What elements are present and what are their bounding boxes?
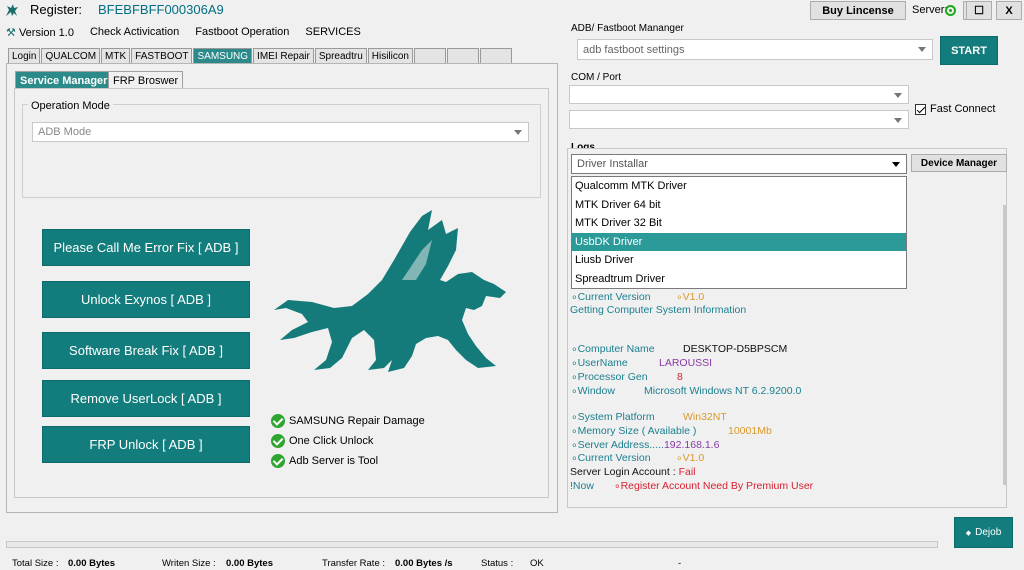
dragon-logo-icon <box>6 4 18 16</box>
unlock-exynos-button[interactable]: Unlock Exynos [ ADB ] <box>42 281 250 318</box>
log-line: ∘Window Microsoft Windows NT 6.2.9200.0 <box>571 385 802 397</box>
check-circle-icon <box>271 414 285 428</box>
log-line: ∘Processor Gen 8 <box>571 371 683 383</box>
written-size-label: Writen Size : <box>162 558 216 569</box>
log-line: ∘UserName LAROUSSI <box>571 357 713 369</box>
status-bar: Total Size : 0.00 Bytes Writen Size : 0.… <box>0 555 1024 570</box>
com-port-select[interactable] <box>569 85 909 104</box>
operation-mode-group <box>22 104 541 198</box>
chevron-down-icon <box>918 47 926 52</box>
menu-version[interactable]: ⚒ Version 1.0 <box>6 26 74 39</box>
tab-frp-browser[interactable]: FRP Broswer <box>108 71 184 89</box>
register-value: BFEBFBFF000306A9 <box>98 2 224 17</box>
port-select[interactable] <box>569 110 909 129</box>
driver-dropdown-list: Qualcomm MTK Driver MTK Driver 64 bit MT… <box>571 176 907 289</box>
tab-empty[interactable] <box>447 48 479 63</box>
menu-fastboot-operation[interactable]: Fastboot Operation <box>195 26 289 38</box>
remove-userlock-button[interactable]: Remove UserLock [ ADB ] <box>42 380 250 417</box>
adb-manager-title: ADB/ Fastboot Mananger <box>571 23 684 34</box>
tab-login[interactable]: Login <box>8 48 41 63</box>
chevron-down-icon <box>514 130 522 135</box>
driver-option-liusb[interactable]: Liusb Driver <box>572 251 906 270</box>
close-button[interactable]: X <box>996 1 1022 20</box>
log-line: Server Login Account : Fail <box>570 466 696 478</box>
start-button[interactable]: START <box>940 36 998 65</box>
driver-option-mtk-32[interactable]: MTK Driver 32 Bit <box>572 214 906 233</box>
buy-license-button[interactable]: Buy Lincense <box>810 1 906 20</box>
tab-qualcom[interactable]: QUALCOM <box>41 48 101 63</box>
tab-samsung[interactable]: SAMSUNG <box>193 48 253 63</box>
tab-spreadtru[interactable]: Spreadtru <box>314 48 367 63</box>
tab-service-manager[interactable]: Service Manager <box>15 71 113 89</box>
adb-settings-select[interactable]: adb fastboot settings <box>577 39 933 60</box>
log-line: ∘Current Version ∘V1.0 <box>571 291 705 303</box>
feature-adb-server: Adb Server is Tool <box>271 454 378 468</box>
top-tabs: Login QUALCOM MTK FASTBOOT SAMSUNG IMEI … <box>8 48 513 63</box>
tab-mtk[interactable]: MTK <box>101 48 131 63</box>
menu-services[interactable]: SERVICES <box>305 26 360 38</box>
status-value: OK <box>530 558 544 569</box>
device-manager-button[interactable]: Device Manager <box>911 154 1007 172</box>
dejob-button[interactable]: ◆ Dejob <box>954 517 1013 548</box>
server-status-icon <box>945 5 956 16</box>
check-circle-icon <box>271 454 285 468</box>
server-label: Server: <box>912 4 948 16</box>
dragon-logo-icon <box>274 210 506 372</box>
log-line: ∘System Platform Win32NT <box>571 411 727 423</box>
register-label: Register: <box>30 2 83 17</box>
log-line: ∘Current Version ∘V1.0 <box>571 452 705 464</box>
written-size-value: 0.00 Bytes <box>226 558 274 569</box>
check-circle-icon <box>271 434 285 448</box>
total-size-label: Total Size : <box>12 558 59 569</box>
log-line: ∘Memory Size ( Available ) 10001Mb <box>571 425 772 437</box>
wrench-icon: ⚒ <box>6 26 16 39</box>
maximize-button[interactable]: ☐ <box>966 1 992 20</box>
feature-samsung-repair: SAMSUNG Repair Damage <box>271 414 425 428</box>
frp-unlock-button[interactable]: FRP Unlock [ ADB ] <box>42 426 250 463</box>
menu-bar: ⚒ Version 1.0 Check Activication Fastboo… <box>6 22 361 42</box>
status-dash: - <box>678 558 682 569</box>
driver-option-usbdk[interactable]: UsbDK Driver <box>572 232 906 251</box>
menu-check-activation[interactable]: Check Activication <box>90 26 179 38</box>
log-line: !Now ∘Register Account Need By Premium U… <box>570 480 814 492</box>
tab-empty[interactable] <box>414 48 446 63</box>
transfer-rate-value: 0.00 Bytes /s <box>395 558 453 569</box>
tab-fastboot[interactable]: FASTBOOT <box>131 48 193 63</box>
logs-scrollbar[interactable] <box>1003 205 1006 485</box>
log-line: Getting Computer System Information <box>570 304 747 316</box>
software-break-fix-button[interactable]: Software Break Fix [ ADB ] <box>42 332 250 369</box>
error-fix-button[interactable]: Please Call Me Error Fix [ ADB ] <box>42 229 250 266</box>
status-label: Status : <box>481 558 514 569</box>
fast-connect-checkbox[interactable] <box>915 104 926 115</box>
chevron-down-icon <box>894 93 902 98</box>
driver-option-mtk-64[interactable]: MTK Driver 64 bit <box>572 196 906 215</box>
log-line: ∘Server Address.....192.168.1.6 <box>571 439 720 451</box>
tab-empty[interactable] <box>480 48 512 63</box>
feature-one-click-unlock: One Click Unlock <box>271 434 373 448</box>
total-size-value: 0.00 Bytes <box>68 558 116 569</box>
driver-installer-select[interactable]: Driver Installar <box>571 154 907 174</box>
driver-option-spreadtrum[interactable]: Spreadtrum Driver <box>572 270 906 289</box>
driver-option-qualcomm-mtk[interactable]: Qualcomm MTK Driver <box>572 177 906 196</box>
com-port-title: COM / Port <box>571 72 622 83</box>
fast-connect-label: Fast Connect <box>930 103 996 115</box>
tab-hisilicon[interactable]: Hisilicon <box>367 48 413 63</box>
diamond-icon: ◆ <box>965 529 972 537</box>
transfer-rate-label: Transfer Rate : <box>322 558 386 569</box>
operation-mode-title: Operation Mode <box>28 100 113 112</box>
operation-mode-select[interactable]: ADB Mode <box>32 122 529 142</box>
tab-imei-repair[interactable]: IMEI Repair <box>253 48 314 63</box>
log-line: ∘Computer Name DESKTOP-D5BPSCM <box>571 343 788 355</box>
progress-bar <box>6 541 938 548</box>
chevron-down-icon <box>892 162 900 167</box>
chevron-down-icon <box>894 118 902 123</box>
